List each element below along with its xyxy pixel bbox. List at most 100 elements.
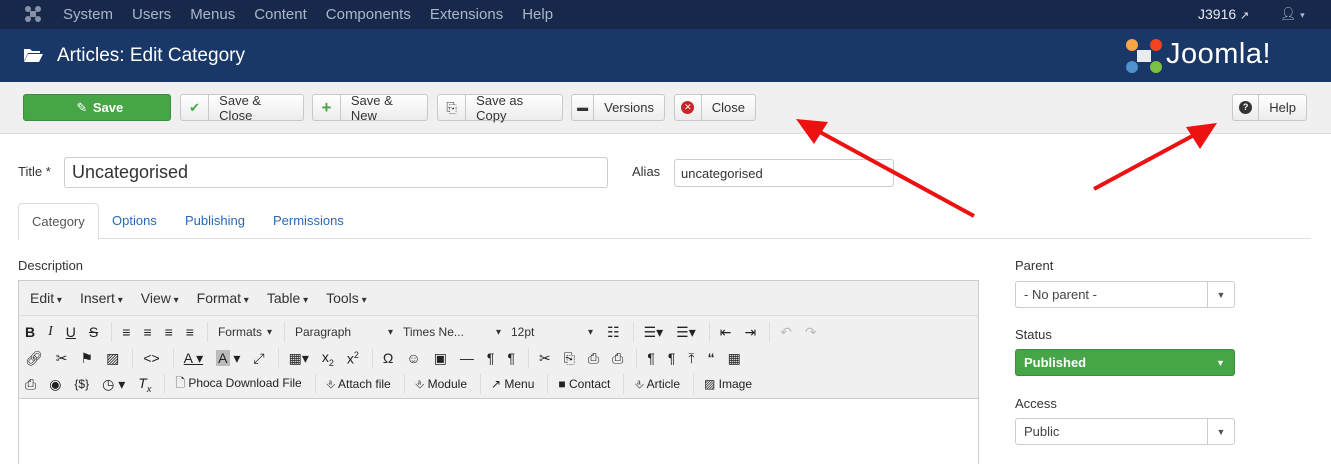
editor-menu-view[interactable]: View xyxy=(141,290,179,306)
menu-button[interactable]: ↗ Menu xyxy=(491,377,534,391)
align-center-icon[interactable]: ≡ xyxy=(143,324,151,340)
font-family-dropdown[interactable]: Times Ne... xyxy=(403,325,501,339)
menu-extensions[interactable]: Extensions xyxy=(430,6,503,23)
italic-icon[interactable]: I xyxy=(48,324,53,340)
menu-components[interactable]: Components xyxy=(326,6,411,23)
visual-chars-icon[interactable]: ¶ xyxy=(647,350,655,366)
tab-category[interactable]: Category xyxy=(18,203,99,240)
subscript-icon[interactable]: x2 xyxy=(322,349,334,368)
toolbar-divider xyxy=(403,374,405,394)
cut-icon[interactable]: ✂ xyxy=(539,350,551,367)
indent-icon[interactable]: ⇥ xyxy=(744,324,756,341)
status-select[interactable]: Published ▼ xyxy=(1015,349,1235,376)
rich-text-editor: Edit Insert View Format Table Tools B I … xyxy=(18,280,979,464)
code-icon[interactable]: <> xyxy=(143,350,159,366)
tab-bar: Category Options Publishing Permissions xyxy=(18,203,1311,240)
image-button[interactable]: ▨ Image xyxy=(704,377,752,391)
user-menu[interactable]: 👤︎ ▾ xyxy=(1280,6,1305,22)
bullet-list-icon[interactable]: ☰▾ xyxy=(644,324,664,341)
site-link[interactable]: J3916 ↗ xyxy=(1198,6,1249,22)
question-icon: ? xyxy=(1233,95,1260,120)
editor-menu-insert[interactable]: Insert xyxy=(80,290,123,306)
preview-icon[interactable]: ◉ xyxy=(49,376,61,393)
font-size-dropdown[interactable]: 12pt xyxy=(511,325,593,339)
tab-publishing[interactable]: Publishing xyxy=(172,203,258,239)
menu-help[interactable]: Help xyxy=(522,6,553,23)
menu-menus[interactable]: Menus xyxy=(190,6,235,23)
editor-menu-format[interactable]: Format xyxy=(197,290,249,306)
menu-users[interactable]: Users xyxy=(132,6,171,23)
title-input[interactable] xyxy=(64,157,608,188)
table-icon[interactable]: ▦▾ xyxy=(289,350,309,367)
alias-input[interactable] xyxy=(674,159,894,187)
blockquote-icon[interactable]: “ xyxy=(708,350,715,366)
text-color-icon[interactable]: A ▾ xyxy=(184,350,203,367)
editor-menu-table[interactable]: Table xyxy=(267,290,308,306)
attach-file-button[interactable]: ⎀ Attach file xyxy=(326,377,391,392)
link-icon[interactable]: 🔗︎ xyxy=(25,350,43,367)
editor-menu-edit[interactable]: Edit xyxy=(30,290,62,306)
close-button[interactable]: ✕ Close xyxy=(674,94,756,121)
bookmark-icon[interactable]: ⚑ xyxy=(81,350,94,367)
bold-icon[interactable]: B xyxy=(25,324,35,340)
help-button[interactable]: ? Help xyxy=(1232,94,1307,121)
nonbreaking-icon[interactable]: ¶ xyxy=(668,350,676,366)
superscript-icon[interactable]: x2 xyxy=(347,350,359,367)
access-select[interactable]: Public ▼ xyxy=(1015,418,1235,445)
special-character-icon[interactable]: Ω xyxy=(383,350,393,366)
image-icon[interactable]: ▨ xyxy=(106,350,119,367)
chevron-down-icon: ▾ xyxy=(1300,10,1305,20)
menu-system[interactable]: System xyxy=(63,6,113,23)
background-color-icon[interactable]: A ▾ xyxy=(216,349,240,367)
find-replace-icon[interactable]: ☷ xyxy=(607,324,620,341)
module-button[interactable]: ⎀ Module xyxy=(415,377,467,392)
paste-icon[interactable]: ⎙ xyxy=(588,350,599,367)
insert-icon[interactable]: ⤒ xyxy=(688,350,694,367)
numbered-list-icon[interactable]: ☰▾ xyxy=(676,324,696,341)
undo-icon[interactable]: ↶ xyxy=(780,324,792,341)
versions-button[interactable]: ▬ Versions xyxy=(571,94,665,121)
variables-icon[interactable]: {$} xyxy=(74,377,89,391)
save-label: Save xyxy=(92,100,124,115)
save-close-button[interactable]: ✔ Save & Close xyxy=(180,93,304,123)
strikethrough-icon[interactable]: S xyxy=(89,324,98,340)
horizontal-rule-icon[interactable]: — xyxy=(460,350,474,366)
save-new-button[interactable]: + Save & New xyxy=(312,93,428,123)
copy-icon[interactable]: ⎘ xyxy=(564,350,575,367)
clear-formatting-icon[interactable]: Tx xyxy=(138,375,151,394)
editor-content-area[interactable] xyxy=(19,398,978,464)
menu-content[interactable]: Content xyxy=(254,6,307,23)
media-icon[interactable]: ▣ xyxy=(434,350,447,367)
emoticon-icon[interactable]: ☺ xyxy=(406,350,420,366)
paste-text-icon[interactable]: ⎙ xyxy=(612,350,623,367)
tab-permissions[interactable]: Permissions xyxy=(260,203,357,239)
underline-icon[interactable]: U xyxy=(66,324,76,340)
tab-options[interactable]: Options xyxy=(99,203,170,239)
phoca-download-button[interactable]: 🗋︎ Phoca Download File xyxy=(175,374,301,395)
outdent-icon[interactable]: ⇤ xyxy=(720,324,732,341)
article-button[interactable]: ⎀ Article xyxy=(634,377,680,392)
redo-icon[interactable]: ↷ xyxy=(805,324,817,341)
toolbar-divider xyxy=(111,322,113,342)
formats-dropdown[interactable]: Formats xyxy=(218,325,272,339)
fullscreen-icon[interactable]: ⤢ xyxy=(253,350,264,367)
contact-button[interactable]: ■ Contact xyxy=(558,377,610,391)
template-icon[interactable]: ▦ xyxy=(728,350,741,367)
align-justify-icon[interactable]: ≡ xyxy=(186,324,194,340)
date-time-icon[interactable]: ◷ ▾ xyxy=(102,376,125,393)
toolbar-divider xyxy=(708,322,710,342)
align-left-icon[interactable]: ≡ xyxy=(122,324,130,340)
save-button[interactable]: ✎ Save xyxy=(23,94,171,121)
parent-select[interactable]: - No parent - ▼ xyxy=(1015,281,1235,308)
joomla-logo-icon[interactable] xyxy=(24,5,42,23)
unlink-icon[interactable]: ✂ xyxy=(56,350,68,367)
plus-icon: + xyxy=(313,95,341,120)
print-icon[interactable]: ⎙ xyxy=(25,376,36,393)
block-format-dropdown[interactable]: Paragraph xyxy=(295,325,393,339)
save-as-copy-button[interactable]: ⎘ Save as Copy xyxy=(437,93,563,123)
editor-menu-tools[interactable]: Tools xyxy=(326,290,367,306)
status-value: Published xyxy=(1024,355,1087,370)
ltr-icon[interactable]: ¶ xyxy=(487,350,495,366)
align-right-icon[interactable]: ≡ xyxy=(165,324,173,340)
rtl-icon[interactable]: ¶ xyxy=(507,350,515,366)
